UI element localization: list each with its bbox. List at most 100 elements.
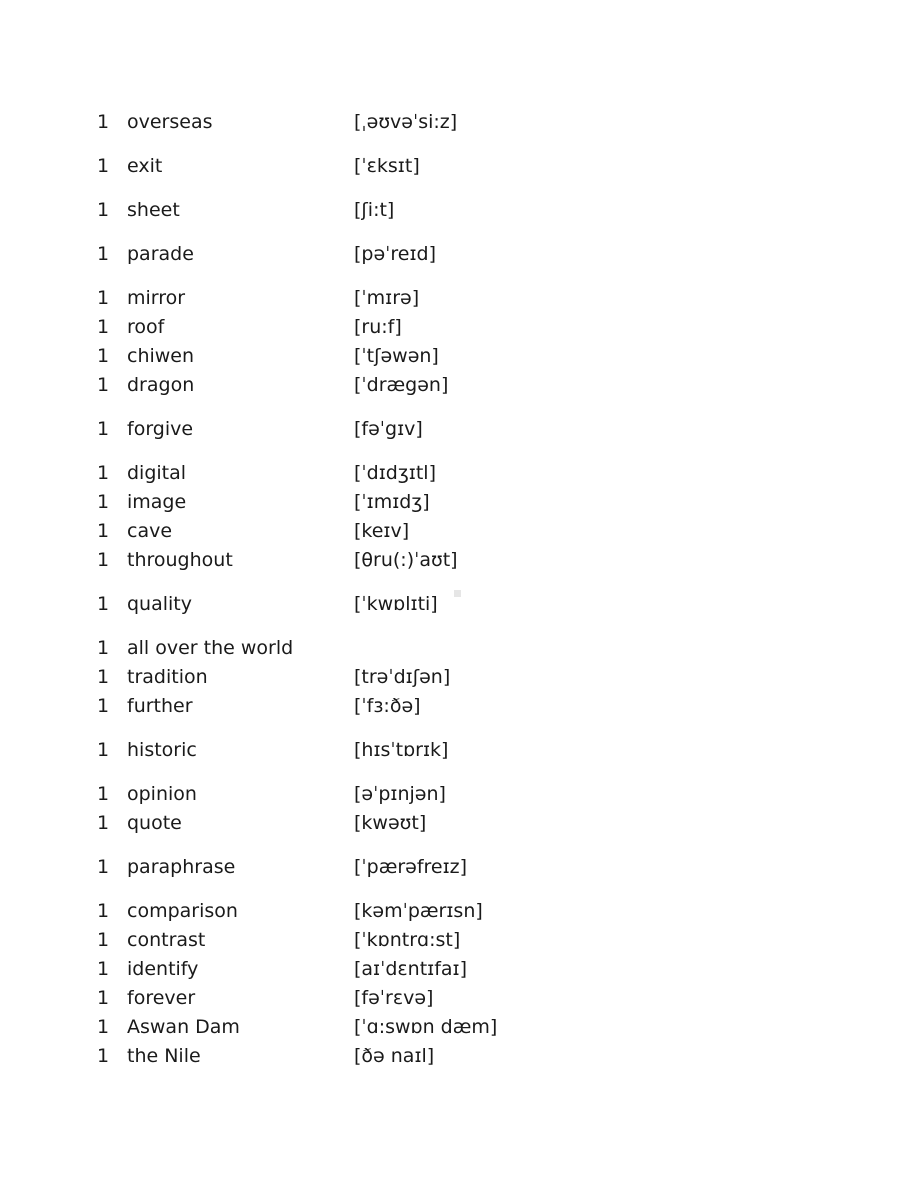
gray-artifact-mark <box>454 590 461 597</box>
word-row: 1 exit [ˈɛksɪt] <box>0 152 920 181</box>
word-group: 1 digital [ˈdɪdʒɪtl] 1 image [ˈɪmɪdʒ] 1 cave [ke… <box>0 459 920 575</box>
word-phonetic-cell: [ru:f] <box>354 316 402 338</box>
word-phonetic-cell: [pəˈreɪd] <box>354 243 437 265</box>
word-phonetic-cell: [keɪv] <box>354 520 410 542</box>
word-group: 1 overseas [ˌəʊvəˈsi:z] <box>0 108 920 137</box>
word-term-cell: the Nile <box>127 1045 201 1067</box>
word-count-cell: 1 <box>97 739 110 761</box>
word-count-cell: 1 <box>97 637 110 659</box>
word-phonetic-cell: [ʃi:t] <box>354 199 395 221</box>
word-count-cell: 1 <box>97 900 110 922</box>
word-row: 1 quote [kwəʊt] <box>0 809 920 838</box>
word-phonetic-cell: [fəˈrɛvə] <box>354 987 434 1009</box>
word-term-cell: dragon <box>127 374 195 396</box>
word-count-cell: 1 <box>97 856 110 878</box>
word-phonetic-cell: [ˈɑ:swɒn dæm] <box>354 1016 498 1038</box>
word-count-cell: 1 <box>97 345 110 367</box>
word-group: 1 historic [hɪsˈtɒrɪk] <box>0 736 920 765</box>
word-phonetic-cell: [ˈdrægən] <box>354 374 449 396</box>
word-row: 1 historic [hɪsˈtɒrɪk] <box>0 736 920 765</box>
word-count-cell: 1 <box>97 491 110 513</box>
word-count-cell: 1 <box>97 783 110 805</box>
word-row: 1 opinion [əˈpɪnjən] <box>0 780 920 809</box>
word-group: 1 all over the world 1 tradition [trəˈdɪʃən]… <box>0 634 920 721</box>
word-term-cell: digital <box>127 462 187 484</box>
word-phonetic-cell: [trəˈdɪʃən] <box>354 666 451 688</box>
word-row: 1 digital [ˈdɪdʒɪtl] <box>0 459 920 488</box>
word-term-cell: further <box>127 695 193 717</box>
word-row: 1 throughout [θru(:)ˈaʊt] <box>0 546 920 575</box>
word-phonetic-cell: [ˈkwɒlɪti] <box>354 593 438 615</box>
word-row: 1 dragon [ˈdrægən] <box>0 371 920 400</box>
word-term-cell: throughout <box>127 549 233 571</box>
word-count-cell: 1 <box>97 199 110 221</box>
word-count-cell: 1 <box>97 520 110 542</box>
word-row: 1 forgive [fəˈgɪv] <box>0 415 920 444</box>
word-term-cell: contrast <box>127 929 206 951</box>
word-row: 1 roof [ru:f] <box>0 313 920 342</box>
word-row: 1 parade [pəˈreɪd] <box>0 240 920 269</box>
word-term-cell: forgive <box>127 418 194 440</box>
word-phonetic-cell: [ˈfɜ:ðə] <box>354 695 421 717</box>
word-group: 1 parade [pəˈreɪd] <box>0 240 920 269</box>
word-term-cell: all over the world <box>127 637 294 659</box>
word-term-cell: mirror <box>127 287 186 309</box>
vocabulary-word-list: 1 overseas [ˌəʊvəˈsi:z] 1 exit [ˈɛksɪt] 1 sheet… <box>0 0 920 1086</box>
word-row: 1 identify [aɪˈdɛntɪfaɪ] <box>0 955 920 984</box>
word-term-cell: quote <box>127 812 182 834</box>
word-count-cell: 1 <box>97 1016 110 1038</box>
word-count-cell: 1 <box>97 987 110 1009</box>
word-count-cell: 1 <box>97 462 110 484</box>
word-row: 1 sheet [ʃi:t] <box>0 196 920 225</box>
word-count-cell: 1 <box>97 593 110 615</box>
word-phonetic-cell: [fəˈgɪv] <box>354 418 423 440</box>
word-term-cell: historic <box>127 739 197 761</box>
word-row: 1 paraphrase [ˈpærəfreɪz] <box>0 853 920 882</box>
word-row: 1 mirror [ˈmɪrə] <box>0 284 920 313</box>
word-count-cell: 1 <box>97 374 110 396</box>
word-phonetic-cell: [ˈɪmɪdʒ] <box>354 491 430 513</box>
word-term-cell: sheet <box>127 199 180 221</box>
word-term-cell: parade <box>127 243 194 265</box>
word-count-cell: 1 <box>97 549 110 571</box>
word-row: 1 tradition [trəˈdɪʃən] <box>0 663 920 692</box>
word-phonetic-cell: [ˈtʃəwən] <box>354 345 439 367</box>
word-term-cell: opinion <box>127 783 197 805</box>
word-group: 1 comparison [kəmˈpærɪsn] 1 contrast [ˈkɒntrɑ… <box>0 897 920 1071</box>
word-row: 1 comparison [kəmˈpærɪsn] <box>0 897 920 926</box>
word-group: 1 mirror [ˈmɪrə] 1 roof [ru:f] 1 chiwen [ˈtʃəwən… <box>0 284 920 400</box>
word-term-cell: quality <box>127 593 192 615</box>
word-phonetic-cell: [ˈmɪrə] <box>354 287 420 309</box>
word-phonetic-cell: [ˌəʊvəˈsi:z] <box>354 111 458 133</box>
word-phonetic-cell: [aɪˈdɛntɪfaɪ] <box>354 958 468 980</box>
word-group: 1 opinion [əˈpɪnjən] 1 quote [kwəʊt] <box>0 780 920 838</box>
word-phonetic-cell: [ˈɛksɪt] <box>354 155 420 177</box>
word-phonetic-cell: [kəmˈpærɪsn] <box>354 900 483 922</box>
word-row: 1 the Nile [ðə naɪl] <box>0 1042 920 1071</box>
word-term-cell: roof <box>127 316 165 338</box>
word-group: 1 sheet [ʃi:t] <box>0 196 920 225</box>
word-count-cell: 1 <box>97 243 110 265</box>
word-count-cell: 1 <box>97 958 110 980</box>
word-group: 1 forgive [fəˈgɪv] <box>0 415 920 444</box>
word-term-cell: cave <box>127 520 173 542</box>
word-row: 1 overseas [ˌəʊvəˈsi:z] <box>0 108 920 137</box>
word-term-cell: tradition <box>127 666 208 688</box>
word-count-cell: 1 <box>97 111 110 133</box>
word-phonetic-cell: [hɪsˈtɒrɪk] <box>354 739 449 761</box>
word-phonetic-cell: [ˈkɒntrɑ:st] <box>354 929 461 951</box>
word-count-cell: 1 <box>97 1045 110 1067</box>
word-term-cell: chiwen <box>127 345 195 367</box>
word-term-cell: comparison <box>127 900 238 922</box>
word-row: 1 Aswan Dam [ˈɑ:swɒn dæm] <box>0 1013 920 1042</box>
word-row: 1 chiwen [ˈtʃəwən] <box>0 342 920 371</box>
word-group: 1 paraphrase [ˈpærəfreɪz] <box>0 853 920 882</box>
word-row: 1 image [ˈɪmɪdʒ] <box>0 488 920 517</box>
word-row: 1 forever [fəˈrɛvə] <box>0 984 920 1013</box>
word-term-cell: overseas <box>127 111 213 133</box>
word-phonetic-cell: [ˈpærəfreɪz] <box>354 856 468 878</box>
word-group: 1 exit [ˈɛksɪt] <box>0 152 920 181</box>
word-term-cell: identify <box>127 958 199 980</box>
word-count-cell: 1 <box>97 929 110 951</box>
word-count-cell: 1 <box>97 287 110 309</box>
